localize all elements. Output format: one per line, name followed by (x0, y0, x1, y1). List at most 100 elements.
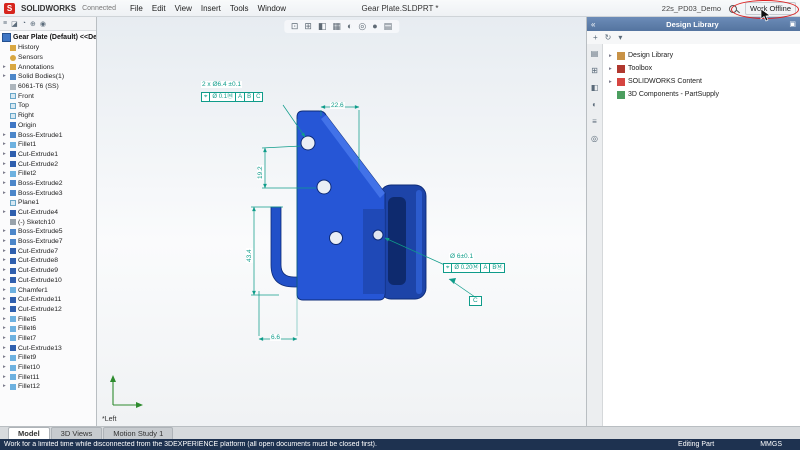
feature-tree-item[interactable]: ▸ Plane1 (3, 198, 96, 208)
hook-feature[interactable] (271, 207, 299, 287)
feature-tree-item[interactable]: ▸ Cut-Extrude11 (3, 295, 96, 305)
custom-properties-tab-icon[interactable]: ≡ (592, 117, 597, 126)
hide-show-items-icon[interactable]: ◎ (358, 21, 366, 32)
feature-tree-item[interactable]: ▸ Fillet6 (3, 324, 96, 334)
feature-tree-item[interactable]: ▸ Boss-Extrude1 (3, 130, 96, 140)
feature-tree-item[interactable]: ▸ Fillet5 (3, 314, 96, 324)
options-dropdown-icon[interactable]: ▾ (618, 33, 622, 42)
feature-tree-item[interactable]: ▸ Solid Bodies(1) (3, 72, 96, 82)
feature-tree-item[interactable]: ▸ 6061-T6 (SS) (3, 82, 96, 92)
menu-item[interactable]: View (175, 4, 192, 13)
dim-width-top[interactable]: 22.6 (330, 102, 345, 109)
dimxpertmanager-tab-icon[interactable]: ⊕ (30, 20, 36, 28)
hole-callout-right[interactable]: Ø 6±0.1 (449, 253, 474, 260)
expand-arrow-icon[interactable]: ▸ (3, 189, 8, 198)
feature-tree-item[interactable]: ▸ Chamfer1 (3, 285, 96, 295)
document-tab[interactable]: Model (8, 427, 50, 439)
feature-tree-item[interactable]: ▸ (-) Sketch10 (3, 217, 96, 227)
view-palette-tab-icon[interactable]: ◧ (591, 83, 599, 92)
expand-arrow-icon[interactable]: ▸ (3, 286, 8, 295)
feature-tree-item[interactable]: ▸ Boss-Extrude5 (3, 227, 96, 237)
feature-tree-item[interactable]: ▸ History (3, 43, 96, 53)
pin-icon[interactable]: ▣ (789, 20, 796, 28)
expand-arrow-icon[interactable]: ▸ (609, 79, 614, 85)
file-explorer-tab-icon[interactable]: ⊞ (591, 66, 598, 75)
expand-arrow-icon[interactable]: ▸ (3, 363, 8, 372)
feature-tree-item[interactable]: ▸ Right (3, 111, 96, 121)
expand-arrow-icon[interactable]: ▸ (3, 344, 8, 353)
design-library-tab-icon[interactable]: ▤ (591, 49, 599, 58)
dim-height-main[interactable]: 43.4 (246, 248, 253, 263)
section-view-icon[interactable]: ◧ (318, 21, 327, 32)
view-orientation-icon[interactable]: ▦ (332, 21, 341, 32)
part-gear-plate[interactable] (97, 17, 586, 426)
feature-tree-item[interactable]: ▸ Fillet2 (3, 169, 96, 179)
displaymanager-tab-icon[interactable]: ◉ (40, 20, 46, 28)
expand-arrow-icon[interactable]: ▸ (3, 295, 8, 304)
display-style-icon[interactable]: ◐ (347, 21, 352, 32)
feature-tree-item[interactable]: ▸ Cut-Extrude10 (3, 276, 96, 286)
menu-item[interactable]: Window (258, 4, 286, 13)
zoom-fit-icon[interactable]: ⊡ (291, 21, 299, 32)
expand-arrow-icon[interactable]: ▸ (3, 324, 8, 333)
feature-tree-item[interactable]: ▸ Boss-Extrude2 (3, 179, 96, 189)
expand-arrow-icon[interactable]: ▸ (3, 247, 8, 256)
feature-tree-item[interactable]: ▸ Annotations (3, 62, 96, 72)
expand-arrow-icon[interactable]: ▸ (3, 315, 8, 324)
expand-arrow-icon[interactable]: ▸ (3, 72, 8, 81)
search-icon[interactable] (729, 5, 737, 13)
expand-arrow-icon[interactable]: ▸ (3, 227, 8, 236)
feature-tree-item[interactable]: ▸ Fillet7 (3, 334, 96, 344)
add-to-library-icon[interactable]: + (593, 33, 598, 42)
expand-arrow-icon[interactable]: ▸ (3, 373, 8, 382)
feature-tree-item[interactable]: ▸ Top (3, 101, 96, 111)
feature-tree-item[interactable]: ▸ Cut-Extrude9 (3, 266, 96, 276)
expand-arrow-icon[interactable]: ▸ (3, 266, 8, 275)
dim-height-mid[interactable]: 19.2 (257, 165, 264, 180)
expand-arrow-icon[interactable]: ▸ (3, 160, 8, 169)
feature-tree-item[interactable]: ▸ Fillet10 (3, 363, 96, 373)
feature-tree-item[interactable]: ▸ Boss-Extrude7 (3, 237, 96, 247)
feature-tree-item[interactable]: ▸ Boss-Extrude3 (3, 188, 96, 198)
hole-callout-top[interactable]: 2 x Ø6.4 ±0.1 (201, 81, 242, 88)
expand-arrow-icon[interactable]: ▸ (3, 179, 8, 188)
feature-tree-item[interactable]: ▸ Sensors (3, 53, 96, 63)
design-library-item[interactable]: ▸ 3D Components - PartSupply (603, 88, 800, 101)
menu-item[interactable]: Insert (201, 4, 221, 13)
featuremanager-tab-icon[interactable]: ≡ (3, 20, 7, 27)
design-library-item[interactable]: ▸ SOLIDWORKS Content (603, 75, 800, 88)
feature-tree-item[interactable]: ▸ Origin (3, 121, 96, 131)
feature-tree-item[interactable]: ▸ Fillet12 (3, 382, 96, 392)
refresh-icon[interactable]: ↻ (605, 33, 612, 42)
expand-arrow-icon[interactable]: ▸ (3, 169, 8, 178)
expand-arrow-icon[interactable]: ▸ (3, 237, 8, 246)
feature-tree-item[interactable]: ▸ Cut-Extrude12 (3, 305, 96, 315)
feature-control-frame-top[interactable]: ⌖Ø 0.1ⓂABC (201, 92, 263, 102)
design-library-item[interactable]: ▸ Design Library (603, 49, 800, 62)
expand-arrow-icon[interactable]: ▸ (3, 305, 8, 314)
feature-tree-item[interactable]: ▸ Cut-Extrude7 (3, 246, 96, 256)
datum-c-label[interactable]: C (469, 296, 482, 306)
expand-arrow-icon[interactable]: ▸ (3, 140, 8, 149)
apply-scene-icon[interactable]: ▤ (384, 21, 393, 32)
feature-tree-item[interactable]: ▸ Fillet1 (3, 140, 96, 150)
feature-tree-item[interactable]: ▸ Cut-Extrude2 (3, 159, 96, 169)
expand-arrow-icon[interactable]: ▸ (3, 208, 8, 217)
menu-item[interactable]: Tools (230, 4, 249, 13)
status-item[interactable]: MMGS (760, 441, 782, 448)
expand-arrow-icon[interactable]: ▸ (609, 53, 614, 59)
edit-appearance-icon[interactable]: ● (372, 21, 377, 32)
document-tab[interactable]: Motion Study 1 (103, 427, 173, 439)
cylinder-boss[interactable] (380, 185, 426, 299)
dim-width-bottom[interactable]: 6.6 (270, 334, 281, 341)
zoom-area-icon[interactable]: ⊞ (304, 21, 312, 32)
menu-item[interactable]: Edit (152, 4, 166, 13)
forum-tab-icon[interactable]: ◎ (591, 134, 598, 143)
configurationmanager-tab-icon[interactable]: ◔ (22, 20, 26, 27)
expand-arrow-icon[interactable]: ▸ (3, 63, 8, 72)
feature-tree-item[interactable]: ▸ Cut-Extrude13 (3, 343, 96, 353)
feature-tree-item[interactable]: ▸ Fillet9 (3, 353, 96, 363)
menu-item[interactable]: File (130, 4, 143, 13)
status-item[interactable]: Editing Part (678, 441, 714, 448)
expand-arrow-icon[interactable]: ▸ (3, 150, 8, 159)
